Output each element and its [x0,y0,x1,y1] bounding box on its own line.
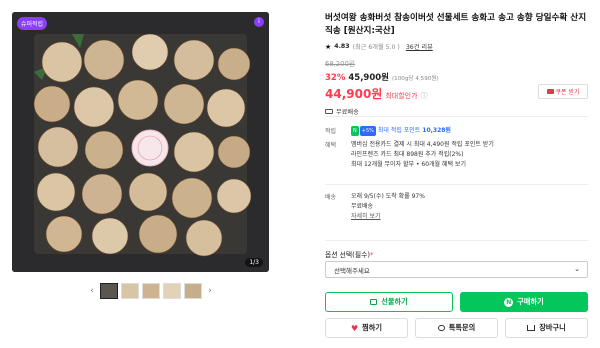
points-key: 적립 [325,128,337,135]
thumbnail-next-icon[interactable]: › [205,286,215,296]
discounted-price: 45,900원 [348,73,389,83]
discount-rate: 32% [325,73,346,83]
points-value: 10,328원 [422,127,451,134]
sale-info-icon[interactable]: ⓘ [421,91,428,101]
price-row: 32% 45,900원 (100g당 4,590원) [325,71,588,83]
heart-icon: ♥ [350,323,359,333]
thumbnail-3[interactable] [142,283,160,299]
option-label: 옵션 선택(필수)* [325,251,374,259]
super-points-badge: 슈퍼적립 [17,17,48,30]
benefit-key: 혜택 [325,142,337,149]
gift-button[interactable]: 선물하기 [325,292,453,312]
talktalk-button[interactable]: 톡톡문의 [415,318,498,338]
max-sale-label: 최대할인가 [385,92,418,100]
thumbnail-prev-icon[interactable]: ‹ [87,286,97,296]
shipping-row: 무료배송 [325,107,588,116]
chevron-down-icon: ⌄ [574,265,580,273]
points-boost-badge: +5% [359,126,376,136]
review-link[interactable]: 36건 리뷰 [406,42,433,51]
delivery-row: 배송 오래 9/5(수) 도착 확률 97% 무료배송 자세히 보기 [325,192,588,222]
info-icon[interactable]: i [254,17,264,27]
truck-icon [325,109,333,114]
thumbnail-strip: ‹ › [87,283,215,299]
product-summary: 버섯여왕 송화버섯 참송이버섯 선물세트 송화고 송고 송향 당일수확 산지직송… [325,12,588,116]
divider [325,240,588,241]
benefits-section: 적립 N +5% 최대 적립 포인트 10,328원 혜택 멤버십 전용카드 결제 … [325,126,588,170]
points-text: 최대 적립 포인트 [377,127,421,134]
divider [325,184,588,185]
naver-pay-badge: N [351,126,359,136]
buy-button[interactable]: N 구매하기 [460,292,588,312]
max-sale-price: 44,900원 [325,87,383,101]
divider [325,116,588,117]
rating-recent: (최근 6개월 5.0 ) [352,44,400,51]
option-select[interactable]: 선택해주세요 ⌄ [325,261,588,278]
chat-bubble-icon [437,325,445,331]
points-row: 적립 N +5% 최대 적립 포인트 10,328원 [325,126,588,136]
benefit-line-3[interactable]: 최대 12개월 무이자 할부 • 60개월 혜택 보기 [351,160,494,170]
image-counter: 1/3 [245,258,263,267]
unit-price: (100g당 4,590원) [391,76,439,82]
thumbnail-5[interactable] [184,283,202,299]
cart-icon [527,325,536,331]
mushroom-gift-box-illustration [12,12,269,272]
zzim-label: 찜하기 [362,323,382,332]
thumbnail-2[interactable] [121,283,139,299]
shipping-note: 무료배송 [336,109,359,116]
coupon-button[interactable]: 쿠폰 받기 [538,84,588,99]
rating-score: 4.83 [334,43,350,50]
gift-label: 선물하기 [381,297,408,306]
product-image[interactable]: 슈퍼적립 i 1/3 [12,12,269,272]
benefit-row: 혜택 멤버십 전용카드 결제 시 최대 4,490원 적립 포인트 받기 라인프… [325,140,588,170]
star-icon: ★ [325,42,332,51]
benefit-line-1[interactable]: 멤버십 전용카드 결제 시 최대 4,490원 적립 포인트 받기 [351,140,494,150]
zzim-button[interactable]: ♥ 찜하기 [325,318,408,338]
coupon-label: 쿠폰 받기 [555,89,580,96]
talk-label: 톡톡문의 [448,323,476,332]
delivery-detail-link[interactable]: 자세히 보기 [351,212,425,222]
rating-row: ★ 4.83 (최근 6개월 5.0 ) 36건 리뷰 [325,42,588,52]
delivery-estimate: 오래 9/5(수) 도착 확률 97% [351,193,425,200]
delivery-key: 배송 [325,194,337,201]
cart-label: 장바구니 [539,323,566,332]
benefit-line-2[interactable]: 라인프렌즈 카드 최대 898원 추가 적립(2%) [351,150,494,160]
delivery-fee: 무료배송 [351,203,374,210]
thumbnail-4[interactable] [163,283,181,299]
original-price: 68,200원 [325,60,356,68]
thumbnail-1[interactable] [100,283,118,299]
cart-button[interactable]: 장바구니 [505,318,588,338]
naver-pay-icon: N [504,297,514,307]
delivery-section: 배송 오래 9/5(수) 도착 확률 97% 무료배송 자세히 보기 [325,192,588,222]
product-title: 버섯여왕 송화버섯 참송이버섯 선물세트 송화고 송고 송향 당일수확 산지직송… [325,13,587,36]
gift-icon [370,299,378,305]
option-placeholder: 선택해주세요 [334,266,370,275]
buy-label: 구매하기 [517,297,544,306]
coupon-icon [546,89,554,94]
required-mark: * [369,251,374,259]
